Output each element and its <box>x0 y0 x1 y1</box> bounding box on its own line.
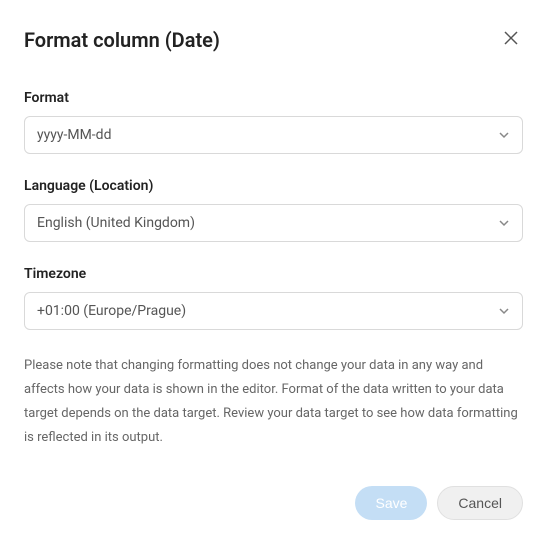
language-field-group: Language (Location) English (United King… <box>24 178 523 242</box>
timezone-select[interactable]: +01:00 (Europe/Prague) <box>24 292 523 330</box>
dialog-title: Format column (Date) <box>24 28 220 52</box>
language-label: Language (Location) <box>24 178 523 194</box>
chevron-down-icon <box>498 305 510 317</box>
note-text: Please note that changing formatting doe… <box>24 354 523 450</box>
format-select[interactable]: yyyy-MM-dd <box>24 116 523 154</box>
format-value: yyyy-MM-dd <box>37 127 111 143</box>
timezone-value: +01:00 (Europe/Prague) <box>37 303 186 319</box>
close-icon <box>503 30 519 50</box>
cancel-button[interactable]: Cancel <box>437 486 523 520</box>
timezone-label: Timezone <box>24 266 523 282</box>
save-button[interactable]: Save <box>355 486 427 520</box>
chevron-down-icon <box>498 129 510 141</box>
language-select[interactable]: English (United Kingdom) <box>24 204 523 242</box>
close-button[interactable] <box>499 28 523 52</box>
dialog-footer: Save Cancel <box>24 486 523 520</box>
dialog-header: Format column (Date) <box>24 28 523 52</box>
timezone-field-group: Timezone +01:00 (Europe/Prague) <box>24 266 523 330</box>
format-label: Format <box>24 90 523 106</box>
format-field-group: Format yyyy-MM-dd <box>24 90 523 154</box>
language-value: English (United Kingdom) <box>37 215 195 231</box>
chevron-down-icon <box>498 217 510 229</box>
